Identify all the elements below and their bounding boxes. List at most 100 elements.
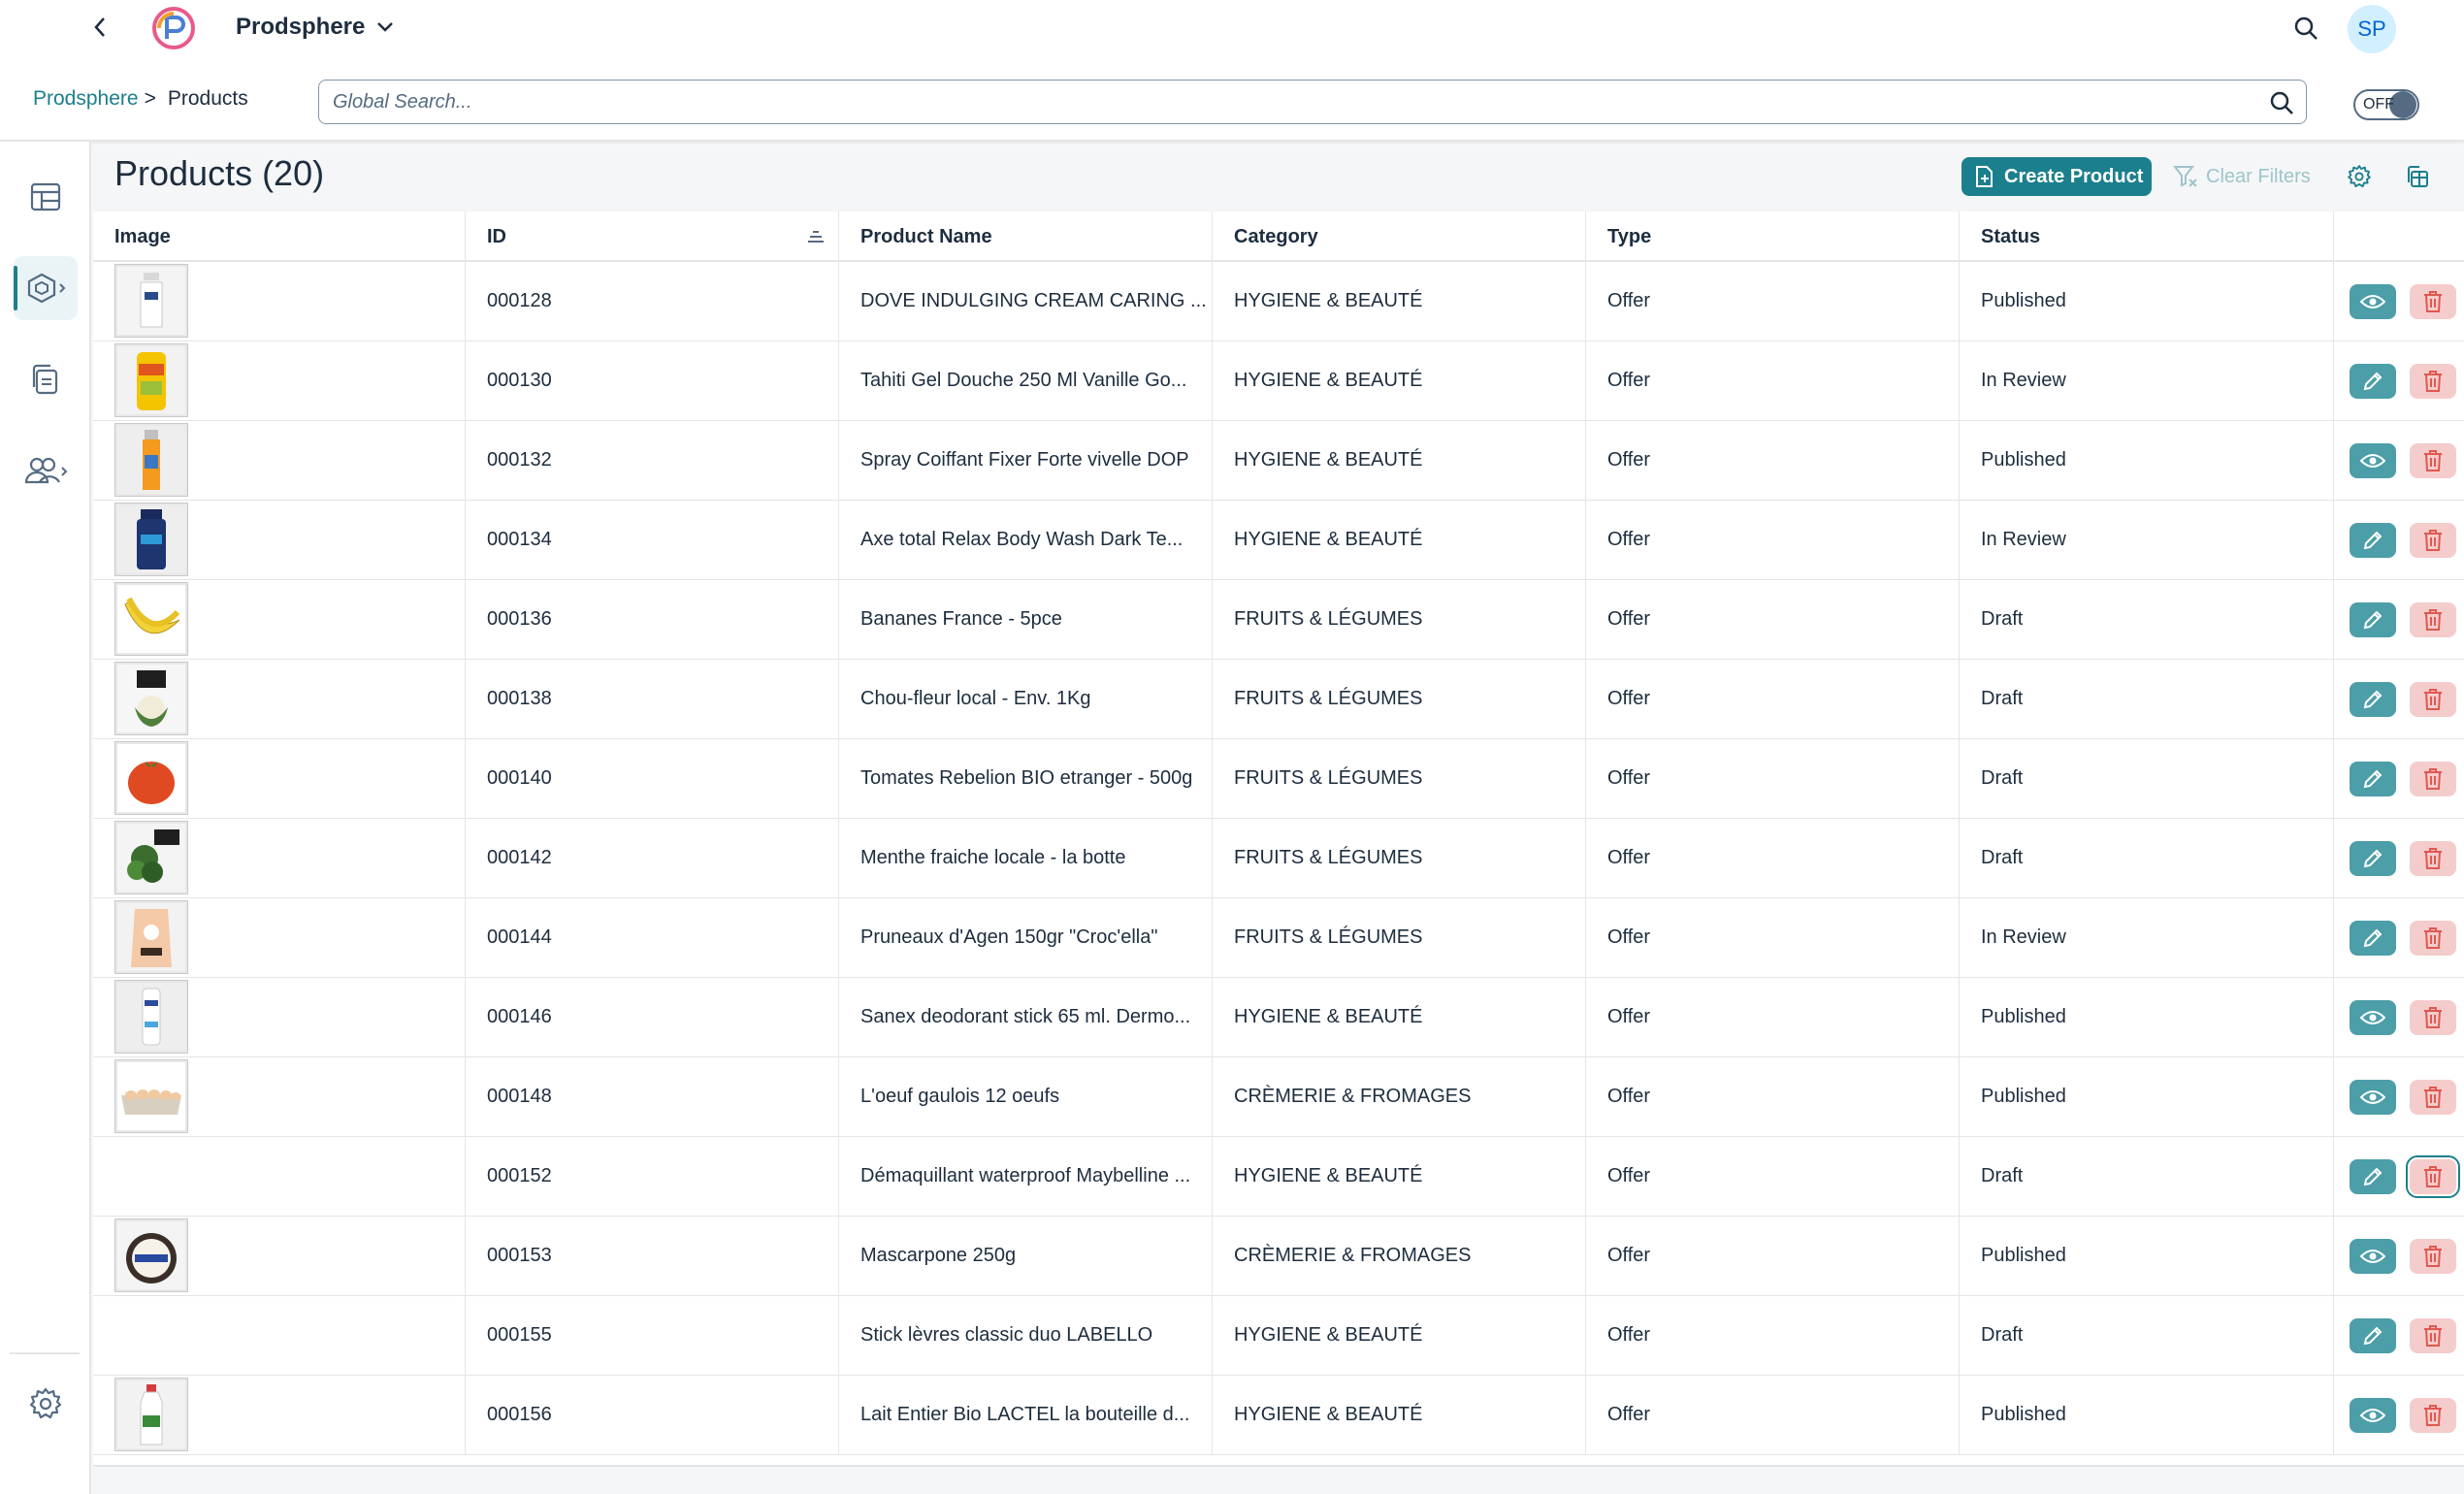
table-row[interactable]: 000148 L'oeuf gaulois 12 oeufs CRÈMERIE … [93, 1057, 2464, 1137]
table-row[interactable]: 000128 DOVE INDULGING CREAM CARING ... H… [93, 262, 2464, 341]
cell-status: In Review [1960, 898, 2334, 977]
delete-button[interactable] [2410, 442, 2456, 478]
column-header-type[interactable]: Type [1586, 211, 1960, 262]
nav-documents[interactable] [14, 347, 78, 411]
cell-status: In Review [1960, 341, 2334, 420]
shell-search-button[interactable] [2289, 12, 2322, 45]
delete-button[interactable] [2410, 681, 2456, 717]
table-row[interactable]: 000142 Menthe fraiche locale - la botte … [93, 819, 2464, 898]
view-button[interactable] [2350, 1238, 2396, 1274]
delete-button[interactable] [2406, 1154, 2460, 1198]
view-button[interactable] [2350, 283, 2396, 319]
column-header-status[interactable]: Status [1960, 211, 2334, 262]
cell-id: 000134 [466, 501, 839, 579]
delete-button[interactable] [2410, 522, 2456, 558]
table-row[interactable]: 000138 Chou-fleur local - Env. 1Kg FRUIT… [93, 660, 2464, 739]
delete-button[interactable] [2410, 999, 2456, 1035]
delete-button[interactable] [2410, 761, 2456, 796]
edit-button[interactable] [2350, 1158, 2396, 1194]
pencil-icon [2363, 1326, 2383, 1345]
table-row[interactable]: 000156 Lait Entier Bio LACTEL la bouteil… [93, 1376, 2464, 1455]
clear-filters-button[interactable]: Clear Filters [2173, 159, 2311, 194]
pencil-icon [2363, 372, 2383, 390]
create-product-button[interactable]: Create Product [1961, 157, 2152, 196]
edit-button[interactable] [2350, 761, 2396, 796]
column-header-product-name[interactable]: Product Name [839, 211, 1213, 262]
cell-image [93, 1057, 466, 1136]
column-header-category[interactable]: Category [1213, 211, 1586, 262]
nav-users[interactable] [14, 438, 78, 503]
table-row[interactable]: 000130 Tahiti Gel Douche 250 Ml Vanille … [93, 341, 2464, 421]
view-button[interactable] [2350, 999, 2396, 1035]
table-row[interactable]: 000144 Pruneaux d'Agen 150gr "Croc'ella"… [93, 898, 2464, 978]
cell-category: CRÈMERIE & FROMAGES [1213, 1057, 1586, 1136]
edit-button[interactable] [2350, 363, 2396, 399]
delete-button[interactable] [2410, 1317, 2456, 1353]
delete-button[interactable] [2410, 840, 2456, 876]
table-row[interactable]: 000134 Axe total Relax Body Wash Dark Te… [93, 501, 2464, 580]
cell-status: Draft [1960, 660, 2334, 738]
view-button[interactable] [2350, 442, 2396, 478]
delete-button[interactable] [2410, 1397, 2456, 1433]
dashboard-icon [30, 182, 61, 211]
nav-dashboard[interactable] [14, 165, 78, 229]
delete-button[interactable] [2410, 601, 2456, 637]
cell-id: 000140 [466, 739, 839, 818]
global-search-input[interactable] [319, 81, 2306, 123]
app-title-menu[interactable]: Prodsphere [236, 14, 394, 41]
product-thumbnail [114, 900, 188, 974]
cell-category: HYGIENE & BEAUTÉ [1213, 978, 1586, 1056]
delete-button[interactable] [2410, 363, 2456, 399]
nav-settings[interactable] [14, 1372, 78, 1436]
nav-products[interactable] [14, 256, 78, 320]
cell-product-name: Tahiti Gel Douche 250 Ml Vanille Go... [839, 341, 1213, 420]
products-cube-icon [27, 273, 66, 304]
table-row[interactable]: 000140 Tomates Rebelion BIO etranger - 5… [93, 739, 2464, 819]
view-button[interactable] [2350, 1079, 2396, 1115]
cell-actions [2334, 341, 2464, 420]
cell-product-name: DOVE INDULGING CREAM CARING ... [839, 262, 1213, 341]
product-thumbnail [114, 980, 188, 1054]
products-page: Products (20) Create Product Clear Filte… [93, 144, 2464, 1494]
cell-type: Offer [1586, 580, 1960, 659]
row-actions [2334, 501, 2464, 579]
table-row[interactable]: 000146 Sanex deodorant stick 65 ml. Derm… [93, 978, 2464, 1057]
table-row[interactable]: 000153 Mascarpone 250g CRÈMERIE & FROMAG… [93, 1217, 2464, 1296]
column-header-image[interactable]: Image [93, 211, 466, 262]
edit-button[interactable] [2350, 601, 2396, 637]
table-row[interactable]: 000136 Bananes France - 5pce FRUITS & LÉ… [93, 580, 2464, 660]
edit-button[interactable] [2350, 681, 2396, 717]
table-row[interactable]: 000132 Spray Coiffant Fixer Forte vivell… [93, 421, 2464, 501]
delete-button[interactable] [2410, 1238, 2456, 1274]
cell-product-name: Mascarpone 250g [839, 1217, 1213, 1295]
sort-icon[interactable] [807, 229, 825, 244]
column-header-id[interactable]: ID [466, 211, 839, 262]
trash-icon [2424, 370, 2442, 392]
side-navigation [0, 142, 91, 1494]
edit-button[interactable] [2350, 920, 2396, 956]
search-icon[interactable] [2269, 90, 2294, 115]
product-thumbnail-icon [117, 983, 185, 1051]
edit-button[interactable] [2350, 1317, 2396, 1353]
export-button[interactable] [2400, 159, 2435, 194]
edit-button[interactable] [2350, 840, 2396, 876]
row-actions [2334, 898, 2464, 977]
table-row[interactable]: 000155 Stick lèvres classic duo LABELLO … [93, 1296, 2464, 1376]
view-button[interactable] [2350, 1397, 2396, 1433]
delete-button[interactable] [2410, 920, 2456, 956]
pencil-icon [2363, 531, 2383, 549]
feature-toggle[interactable]: OFF [2353, 89, 2419, 120]
back-button[interactable] [85, 10, 114, 45]
search-icon [2294, 16, 2318, 40]
table-row[interactable]: 000152 Démaquillant waterproof Maybellin… [93, 1137, 2464, 1217]
cell-actions [2334, 819, 2464, 897]
delete-button[interactable] [2410, 1079, 2456, 1115]
table-settings-button[interactable] [2342, 159, 2377, 194]
delete-button[interactable] [2410, 283, 2456, 319]
product-thumbnail-icon [117, 1380, 185, 1448]
gear-icon [2348, 165, 2371, 188]
breadcrumb: Prodsphere > Products [33, 87, 248, 111]
edit-button[interactable] [2350, 522, 2396, 558]
breadcrumb-root-link[interactable]: Prodsphere [33, 87, 139, 111]
user-avatar[interactable]: SP [2348, 5, 2396, 53]
